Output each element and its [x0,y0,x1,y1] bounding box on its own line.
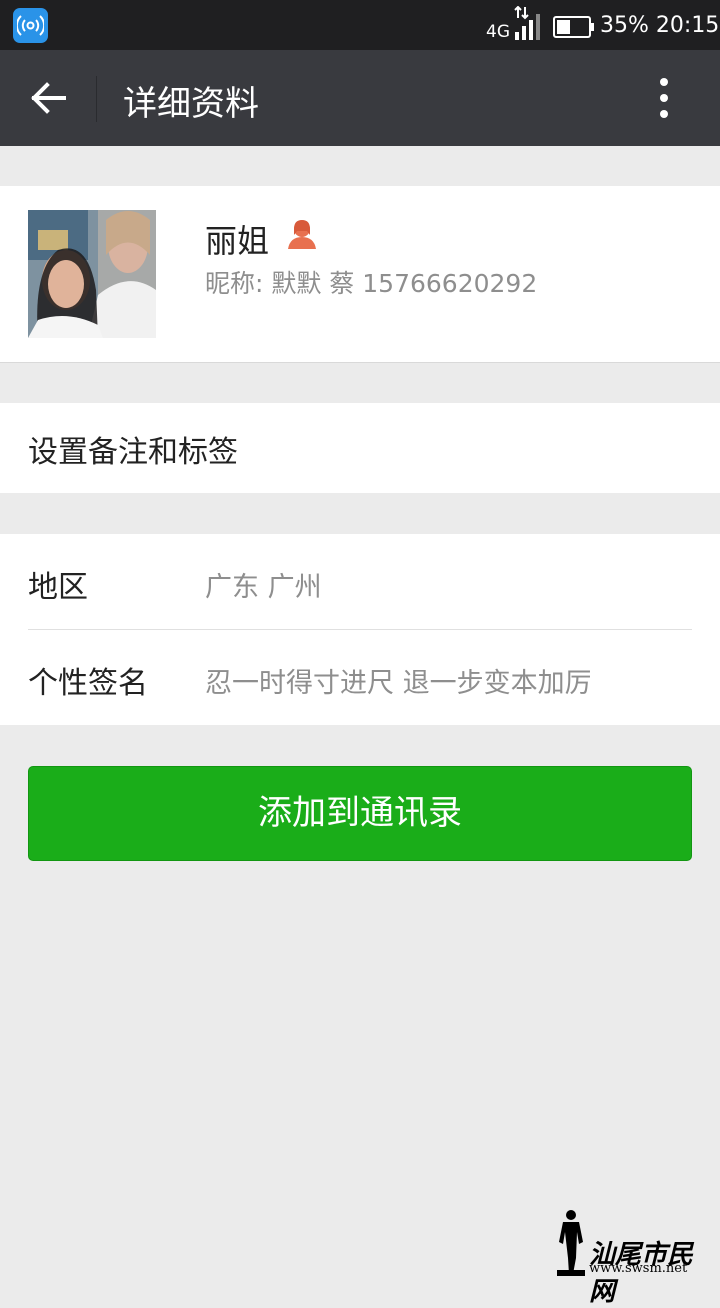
clock: 20:15 [655,13,720,38]
page-title: 详细资料 [123,84,259,124]
row-divider [28,629,692,630]
profile-card: 丽姐 昵称: 默默 蔡 15766620292 [0,186,720,363]
more-dot [660,110,668,118]
app-bar-divider [96,76,97,122]
site-watermark: 汕尾市民网 www.swsm.net [555,1208,715,1307]
female-icon [288,220,316,249]
network-type: 4G [486,22,510,42]
region-value: 广东 广州 [205,572,322,603]
info-card: 地区 广东 广州 个性签名 忍一时得寸进尺 退一步变本加厉 [0,534,720,725]
more-dot [660,94,668,102]
battery-icon [553,16,594,38]
back-arrow-icon [31,82,66,114]
back-button[interactable] [20,70,78,126]
set-remark-and-tags-row[interactable]: 设置备注和标签 [0,403,720,493]
wifi-key-app-icon[interactable] [13,8,48,43]
more-options-button[interactable] [640,72,688,124]
watermark-url: www.swsm.net [589,1261,688,1276]
statue-logo-icon [557,1210,585,1276]
signature-label: 个性签名 [28,666,148,701]
more-vertical-icon [660,78,668,86]
nickname: 昵称: 默默 蔡 15766620292 [205,269,538,298]
set-remark-label: 设置备注和标签 [28,435,238,470]
status-battery-time: 35% 20:15 [600,13,719,38]
app-bar: 详细资料 [0,50,720,146]
contact-name: 丽姐 [205,222,270,260]
signature-value: 忍一时得寸进尺 退一步变本加厉 [205,668,592,699]
status-bar: 4G 35% 20:15 [0,0,720,50]
battery-percent: 35% [600,13,649,38]
region-label: 地区 [28,570,88,605]
avatar[interactable] [28,210,156,338]
add-to-contacts-button[interactable]: 添加到通讯录 [28,766,692,861]
signal-bars-icon [515,14,540,40]
